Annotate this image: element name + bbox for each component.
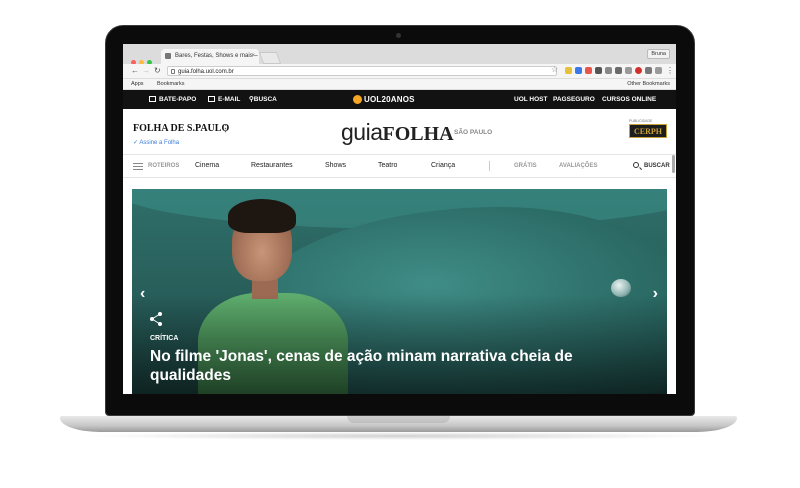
search-icon[interactable] [633,162,639,168]
guia-logo-light: guia [341,119,383,145]
ad-banner[interactable]: CERPH [629,124,667,138]
nav-restaurantes[interactable]: Restaurantes [251,155,293,177]
bookmark-star-icon[interactable]: ☆ [551,65,558,74]
pagseguro-link[interactable]: PAGSEGURO [553,90,595,109]
mail-icon [208,96,215,103]
extension-icon[interactable] [565,67,572,74]
extension-icon[interactable] [625,67,632,74]
extension-icon[interactable] [615,67,622,74]
hamburger-icon[interactable] [133,163,143,170]
camera-icon [396,33,401,38]
extension-icon[interactable] [635,67,642,74]
back-arrow-icon[interactable]: ← [131,65,139,77]
hero-person-hair [228,199,296,233]
nav-cinema[interactable]: Cinema [195,155,219,177]
section-nav: ROTEIROS Cinema Restaurantes Shows Teatr… [123,155,676,178]
extension-icon[interactable] [655,67,662,74]
profile-button[interactable]: Bruna [647,49,670,59]
bookmarks-bar: Apps Bookmarks Other Bookmarks [123,79,676,90]
nav-shows[interactable]: Shows [325,155,346,177]
uol-host-link[interactable]: UOL HOST [514,90,547,109]
uol-top-bar: BATE-PAPO E-MAIL ⚲BUSCA UOL20ANOS UOL HO… [123,90,676,109]
folha-logo[interactable]: FOLHA DE S.PAULO ⋮ [133,123,230,134]
chat-icon [149,96,156,103]
favicon-icon [165,53,171,59]
laptop-shadow [80,432,720,440]
extension-icon[interactable] [585,67,592,74]
city-label: SÃO PAULO [454,129,493,136]
page-scrollbar[interactable] [672,155,675,173]
url-input[interactable]: guia.folha.uol.com.br [167,66,557,76]
browser-tab-bar: Bares, Festas, Shows e mais – × Bruna [123,44,676,65]
more-icon[interactable]: ⋮ [221,123,230,134]
assine-link[interactable]: ✓ Assine a Folha [133,139,179,146]
email-link[interactable]: E-MAIL [208,90,240,109]
forward-arrow-icon[interactable]: → [142,65,150,77]
nav-crianca[interactable]: Criança [431,155,455,177]
hero-kicker: CRÍTICA [150,335,179,342]
nav-divider [489,161,490,171]
carousel-next-icon[interactable]: › [653,285,658,303]
nav-avaliacoes[interactable]: AVALIAÇÕES [559,155,597,177]
busca-label: BUSCA [253,96,277,103]
tab-title: Bares, Festas, Shows e mais – [175,53,258,59]
address-toolbar: ← → ↻ guia.folha.uol.com.br ☆ ⋮ [123,64,676,79]
extension-icon[interactable] [605,67,612,74]
site-header: FOLHA DE S.PAULO ⋮ ✓ Assine a Folha guiaF… [123,109,676,155]
menu-kebab-icon[interactable]: ⋮ [666,65,674,77]
apps-shortcut[interactable]: Apps [131,79,144,89]
uol-logo[interactable]: UOL20ANOS [353,90,415,109]
url-text: guia.folha.uol.com.br [178,69,234,75]
guia-logo-bold: FOLHA [382,123,454,145]
reload-icon[interactable]: ↻ [154,65,161,77]
cursos-online-link[interactable]: CURSOS ONLINE [602,90,656,109]
page-info-icon [171,69,175,74]
bookmarks-folder[interactable]: Bookmarks [157,79,185,89]
bate-papo-label: BATE-PAPO [159,96,197,103]
nav-buscar[interactable]: BUSCAR [644,155,670,177]
busca-link[interactable]: ⚲BUSCA [249,90,277,109]
nav-teatro[interactable]: Teatro [378,155,397,177]
close-tab-icon[interactable]: × [251,49,255,64]
share-icon[interactable] [150,312,164,326]
extension-icon[interactable] [645,67,652,74]
hero-carousel[interactable]: ‹ › CRÍTICA No filme 'Jonas', cenas de a… [132,189,667,394]
guia-folha-logo[interactable]: guiaFOLHA [341,119,454,146]
ad-label: PUBLICIDADE [629,119,653,123]
carousel-prev-icon[interactable]: ‹ [140,285,145,303]
laptop-notch [347,416,450,423]
uol-ball-icon [353,95,362,105]
laptop-screen: Bares, Festas, Shows e mais – × Bruna ← … [123,44,676,394]
new-tab-button[interactable] [258,52,282,64]
uol-logo-text: UOL20ANOS [364,95,415,104]
hero-headline[interactable]: No filme 'Jonas', cenas de ação minam na… [150,347,580,385]
browser-tab[interactable]: Bares, Festas, Shows e mais – × [161,49,259,64]
nav-gratis[interactable]: GRÁTIS [514,155,537,177]
email-label: E-MAIL [218,96,241,103]
nav-roteiros[interactable]: ROTEIROS [148,155,179,177]
bate-papo-link[interactable]: BATE-PAPO [149,90,196,109]
folha-logo-text: FOLHA DE S.PAULO [133,123,230,134]
extension-icon[interactable] [595,67,602,74]
other-bookmarks-folder[interactable]: Other Bookmarks [627,79,670,89]
extension-icon[interactable] [575,67,582,74]
